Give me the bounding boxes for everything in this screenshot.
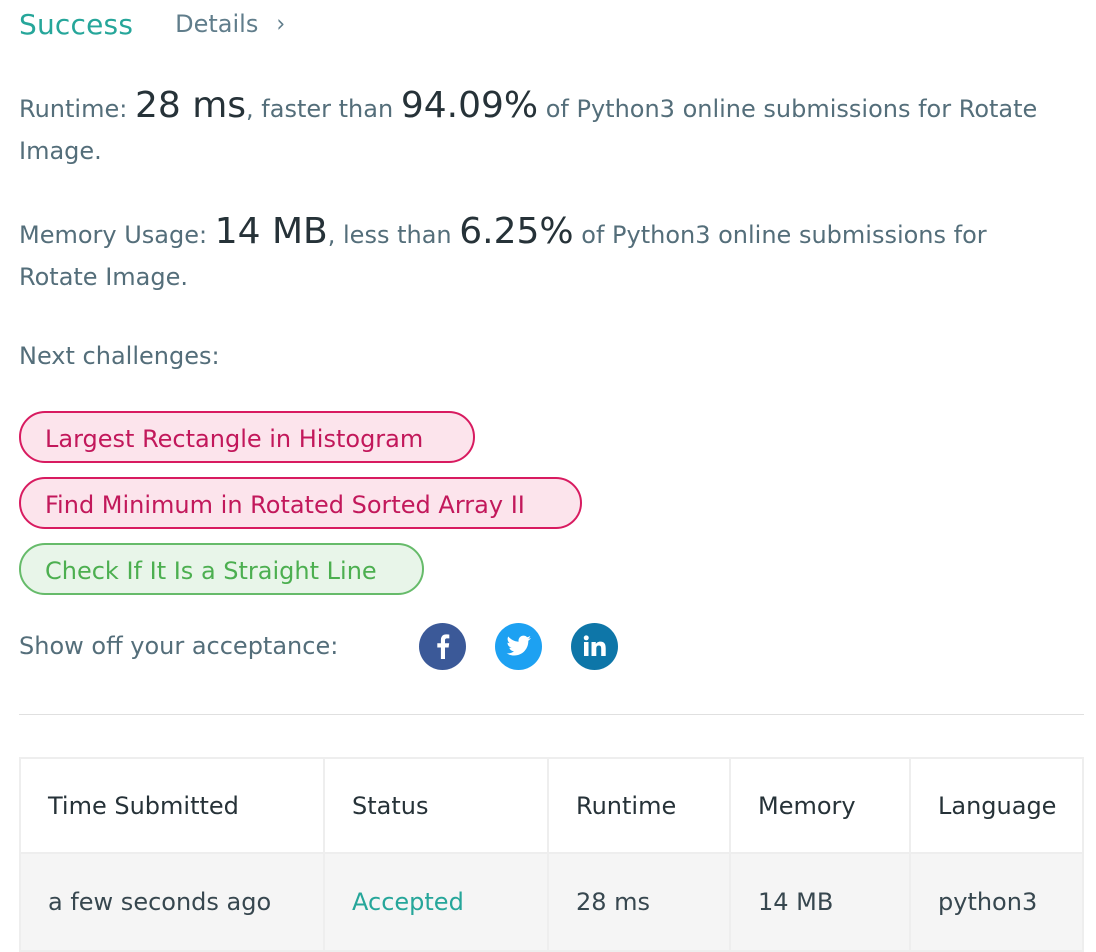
column-header-status: Status — [323, 757, 549, 854]
cell-status: Accepted — [323, 852, 549, 952]
next-challenges-label: Next challenges: — [19, 342, 220, 370]
column-header-runtime: Runtime — [547, 757, 731, 854]
runtime-value: 28 ms — [134, 85, 247, 126]
column-header-time: Time Submitted — [19, 757, 325, 854]
linkedin-icon[interactable] — [571, 622, 618, 670]
twitter-icon[interactable] — [495, 622, 542, 670]
share-row: Show off your acceptance: — [19, 622, 647, 670]
challenge-straight-line[interactable]: Check If It Is a Straight Line — [19, 543, 424, 595]
runtime-stat: Runtime: 28 ms, faster than 94.09% of Py… — [19, 85, 1069, 172]
facebook-glyph — [436, 634, 449, 659]
details-label[interactable]: Details — [175, 10, 258, 38]
result-header: Success Details › — [19, 6, 285, 42]
column-header-memory: Memory — [729, 757, 911, 854]
column-header-language: Language — [909, 757, 1084, 854]
memory-percent: 6.25% — [459, 211, 574, 252]
challenge-largest-rectangle[interactable]: Largest Rectangle in Histogram — [19, 411, 475, 463]
memory-value: 14 MB — [214, 211, 328, 252]
status-title: Success — [19, 7, 134, 41]
cell-time-submitted: a few seconds ago — [19, 852, 325, 952]
status-accepted-link[interactable]: Accepted — [352, 888, 464, 916]
table-header-row: Time Submitted Status Runtime Memory Lan… — [19, 757, 1084, 854]
memory-stat: Memory Usage: 14 MB, less than 6.25% of … — [19, 211, 1069, 298]
facebook-icon[interactable] — [419, 622, 466, 670]
cell-language: python3 — [909, 852, 1084, 952]
chevron-right-icon[interactable]: › — [276, 10, 285, 38]
twitter-glyph — [506, 635, 531, 656]
details-link[interactable]: Details › — [175, 10, 285, 38]
runtime-label: Runtime: — [19, 95, 135, 123]
runtime-percent: 94.09% — [400, 85, 539, 126]
cell-memory: 14 MB — [729, 852, 911, 952]
memory-label: Memory Usage: — [19, 221, 215, 249]
runtime-compare-text: , faster than — [246, 95, 401, 123]
share-label: Show off your acceptance: — [19, 632, 339, 660]
cell-runtime: 28 ms — [547, 852, 731, 952]
section-divider — [19, 714, 1084, 715]
table-row: a few seconds ago Accepted 28 ms 14 MB p… — [19, 852, 1084, 952]
challenge-find-minimum-rotated[interactable]: Find Minimum in Rotated Sorted Array II — [19, 477, 582, 529]
memory-compare-text: , less than — [327, 221, 460, 249]
submissions-table: Time Submitted Status Runtime Memory Lan… — [19, 757, 1084, 952]
linkedin-glyph — [583, 635, 606, 656]
